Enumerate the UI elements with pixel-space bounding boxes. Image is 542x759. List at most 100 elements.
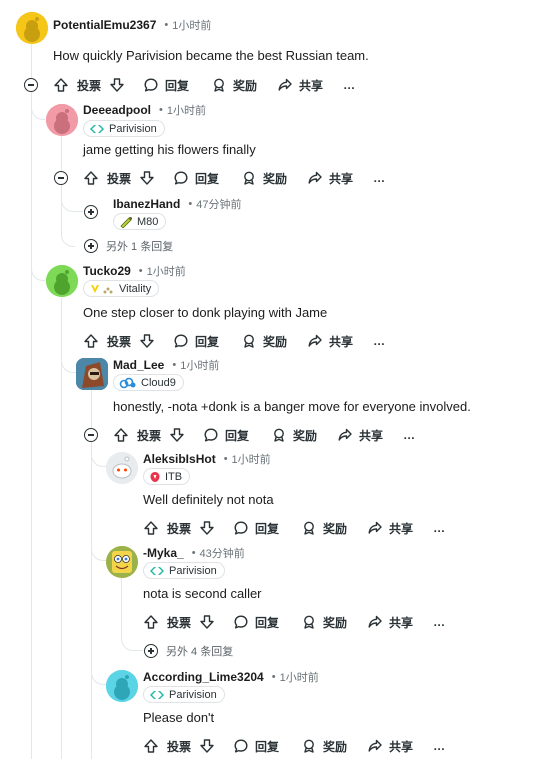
more-options-button[interactable]: …: [403, 428, 415, 442]
downvote-button[interactable]: [139, 333, 155, 349]
more-options-button[interactable]: …: [373, 171, 385, 185]
reply-button[interactable]: 回复: [173, 333, 219, 350]
flair-label: Vitality: [119, 282, 152, 295]
upvote-button[interactable]: 投票: [143, 738, 191, 755]
downvote-button[interactable]: [199, 738, 215, 754]
avatar[interactable]: [106, 546, 138, 578]
award-label: 奖励: [263, 171, 288, 186]
award-icon: [244, 171, 254, 185]
comment-time[interactable]: 1小时前: [172, 17, 211, 33]
downvote-button[interactable]: [169, 427, 185, 443]
share-button[interactable]: 共享: [277, 77, 323, 94]
comment-time[interactable]: 1小时前: [147, 263, 186, 279]
upvote-button[interactable]: 投票: [143, 614, 191, 631]
share-button[interactable]: 共享: [307, 333, 353, 350]
avatar[interactable]: [46, 265, 78, 297]
thread-curve: [91, 530, 107, 561]
share-button[interactable]: 共享: [367, 738, 413, 755]
award-button[interactable]: 奖励: [301, 738, 347, 755]
avatar[interactable]: [106, 452, 138, 484]
author-name[interactable]: -Myka_: [143, 546, 184, 560]
comment-time[interactable]: 43分钟前: [200, 545, 245, 561]
reply-label: 回复: [255, 521, 280, 536]
thread-curve: [61, 225, 75, 247]
comment-header: Tucko29 • 1小时前: [83, 262, 186, 280]
more-options-button[interactable]: …: [433, 521, 445, 535]
flair-label: Parivision: [169, 688, 217, 701]
reply-button[interactable]: 回复: [203, 427, 249, 444]
upvote-button[interactable]: 投票: [83, 333, 131, 350]
comment-actions: 投票 回复 奖励 共享 …: [83, 167, 385, 189]
more-options-button[interactable]: …: [433, 739, 445, 753]
author-name[interactable]: AleksibIsHot: [143, 452, 216, 466]
downvote-button[interactable]: [199, 520, 215, 536]
reply-button[interactable]: 回复: [173, 170, 219, 187]
avatar[interactable]: [76, 358, 108, 390]
upvote-button[interactable]: 投票: [113, 427, 161, 444]
upvote-icon: [144, 739, 158, 753]
downvote-button[interactable]: [109, 77, 125, 93]
collapse-button[interactable]: [84, 428, 98, 442]
comment-time[interactable]: 1小时前: [280, 669, 319, 685]
more-replies-link[interactable]: 另外 1 条回复: [84, 238, 173, 254]
avatar[interactable]: [106, 670, 138, 702]
upvote-button[interactable]: 投票: [83, 170, 131, 187]
downvote-button[interactable]: [139, 170, 155, 186]
more-options-button[interactable]: …: [433, 615, 445, 629]
more-options-button[interactable]: …: [343, 78, 355, 92]
vote-label: 投票: [137, 428, 162, 443]
reply-button[interactable]: 回复: [233, 738, 279, 755]
author-name[interactable]: IbanezHand: [113, 197, 180, 211]
comment-header: AleksibIsHot • 1小时前: [143, 450, 271, 468]
avatar[interactable]: [46, 104, 78, 136]
author-name[interactable]: According_Lime3204: [143, 670, 264, 684]
reply-label: 回复: [165, 78, 190, 93]
upvote-button[interactable]: 投票: [143, 520, 191, 537]
thread-curve: [121, 628, 143, 651]
award-label: 奖励: [263, 334, 288, 349]
comment-time[interactable]: 47分钟前: [196, 196, 241, 212]
award-button[interactable]: 奖励: [241, 170, 287, 187]
more-replies-link[interactable]: 另外 4 条回复: [144, 643, 233, 659]
expand-button[interactable]: [84, 205, 98, 219]
downvote-icon: [170, 428, 184, 442]
award-button[interactable]: 奖励: [241, 333, 287, 350]
user-flair: Cloud9: [113, 374, 184, 391]
collapse-button[interactable]: [54, 171, 68, 185]
award-button[interactable]: 奖励: [301, 614, 347, 631]
share-button[interactable]: 共享: [307, 170, 353, 187]
comment-time[interactable]: 1小时前: [232, 451, 271, 467]
award-button[interactable]: 奖励: [271, 427, 317, 444]
comment-header: According_Lime3204 • 1小时前: [143, 668, 319, 686]
share-button[interactable]: 共享: [367, 614, 413, 631]
flair-label: Parivision: [109, 122, 157, 135]
author-name[interactable]: Deeeadpool: [83, 103, 151, 117]
upvote-button[interactable]: 投票: [53, 77, 101, 94]
downvote-button[interactable]: [199, 614, 215, 630]
more-options-button[interactable]: …: [373, 334, 385, 348]
collapse-button[interactable]: [24, 78, 38, 92]
author-name[interactable]: Mad_Lee: [113, 358, 164, 372]
share-button[interactable]: 共享: [337, 427, 383, 444]
author-name[interactable]: Tucko29: [83, 264, 131, 278]
user-flair: Vitality: [83, 280, 160, 297]
reply-button[interactable]: 回复: [233, 520, 279, 537]
author-name[interactable]: PotentialEmu2367: [53, 18, 156, 32]
comment-body: How quickly Parivision became the best R…: [53, 48, 369, 63]
award-button[interactable]: 奖励: [211, 77, 257, 94]
comment-actions: 投票 回复 奖励 共享 …: [83, 330, 385, 352]
reply-button[interactable]: 回复: [143, 77, 189, 94]
flair-label: M80: [137, 215, 159, 228]
reply-button[interactable]: 回复: [233, 614, 279, 631]
comment-actions: 投票 回复 奖励 共享 …: [143, 735, 445, 757]
snoo-avatar-icon: [46, 265, 78, 297]
share-button[interactable]: 共享: [367, 520, 413, 537]
award-button[interactable]: 奖励: [301, 520, 347, 537]
snoo-avatar-icon: [106, 670, 138, 702]
separator-dot: •: [188, 198, 193, 210]
comment-header: IbanezHand • 47分钟前: [113, 195, 241, 213]
comment-time[interactable]: 1小时前: [167, 102, 206, 118]
comment-time[interactable]: 1小时前: [180, 357, 219, 373]
downvote-icon: [140, 171, 154, 185]
avatar[interactable]: [16, 12, 48, 44]
